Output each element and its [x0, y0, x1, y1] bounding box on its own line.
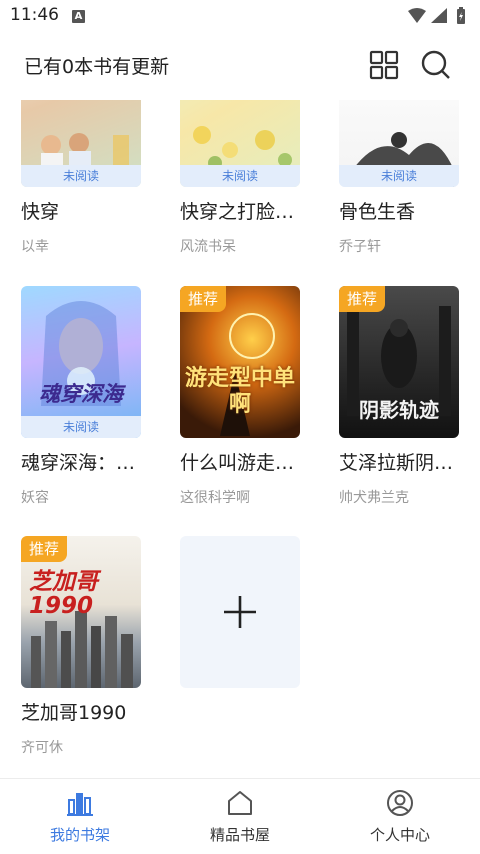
user-icon [387, 790, 413, 816]
cover-title: 阴影轨迹 [359, 398, 439, 422]
book-card[interactable]: 游走型中单啊 推荐 什么叫游走… 这很科学啊 [180, 286, 302, 507]
cover-title: 魂穿深海 [39, 382, 123, 406]
book-card[interactable]: 未阅读 骨色生香 乔子轩 [339, 100, 461, 256]
book-cover[interactable]: 魂穿深海 未阅读 [21, 286, 141, 438]
unread-badge: 未阅读 [339, 165, 459, 187]
tab-my-bookshelf[interactable]: 我的书架 [0, 779, 160, 854]
recommend-badge: 推荐 [21, 536, 68, 562]
tab-label: 我的书架 [49, 826, 110, 844]
book-title: 魂穿深海：… [21, 452, 136, 474]
search-icon[interactable] [420, 49, 452, 81]
cover-title: 芝加哥1990 [29, 569, 98, 619]
recommend-badge: 推荐 [339, 286, 386, 312]
header: 已有0本书有更新 [0, 40, 480, 90]
notification-icon: A [72, 10, 85, 23]
bookshelf-grid: 未阅读 快穿 以幸 未阅读 快穿之打脸… 风流书呆 未阅读 骨色生香 乔子轩 魂… [0, 100, 480, 776]
unread-badge: 未阅读 [21, 416, 141, 438]
unread-badge: 未阅读 [180, 165, 300, 187]
book-title: 艾泽拉斯阴… [339, 452, 454, 474]
update-status-title: 已有0本书有更新 [24, 56, 170, 78]
cover-title: 游走型中单啊 [184, 366, 295, 417]
book-title: 芝加哥1990 [21, 702, 127, 724]
book-author: 风流书呆 [180, 239, 236, 255]
book-cover[interactable]: 未阅读 [180, 100, 300, 187]
book-cover[interactable]: 未阅读 [21, 100, 141, 187]
book-author: 乔子轩 [339, 239, 381, 255]
tab-label: 个人中心 [369, 826, 430, 844]
book-cover[interactable]: 未阅读 [339, 100, 459, 187]
book-author: 妖容 [21, 490, 49, 506]
plus-icon [224, 596, 256, 628]
tab-personal-center[interactable]: 个人中心 [320, 779, 480, 854]
grid-icon[interactable] [368, 49, 400, 81]
bottom-tab-bar: 我的书架 精品书屋 个人中心 [0, 778, 480, 854]
status-bar: 11:46 A [0, 0, 480, 34]
book-title: 什么叫游走… [180, 452, 295, 474]
book-author: 这很科学啊 [180, 490, 250, 506]
book-title: 骨色生香 [339, 201, 416, 223]
book-author: 齐可休 [21, 740, 63, 756]
book-cover[interactable]: 游走型中单啊 推荐 [180, 286, 300, 438]
book-card[interactable]: 芝加哥1990 推荐 芝加哥1990 齐可休 [21, 536, 143, 757]
bookshelf-icon [67, 793, 93, 816]
book-author: 帅犬弗兰克 [339, 490, 409, 506]
book-card[interactable]: 未阅读 快穿之打脸… 风流书呆 [180, 100, 302, 256]
tab-featured-store[interactable]: 精品书屋 [160, 779, 320, 854]
book-author: 以幸 [21, 239, 49, 255]
book-title: 快穿之打脸… [180, 201, 295, 223]
wifi-icon [408, 8, 426, 23]
home-icon [228, 791, 252, 815]
book-cover[interactable]: 阴影轨迹 推荐 [339, 286, 459, 438]
unread-badge: 未阅读 [21, 165, 141, 187]
signal-icon [431, 8, 447, 23]
add-book-button[interactable] [180, 536, 300, 688]
recommend-badge: 推荐 [180, 286, 227, 312]
status-icons [406, 6, 472, 30]
book-card[interactable]: 阴影轨迹 推荐 艾泽拉斯阴… 帅犬弗兰克 [339, 286, 461, 507]
book-cover[interactable]: 芝加哥1990 推荐 [21, 536, 141, 688]
book-title: 快穿 [21, 201, 60, 223]
tab-label: 精品书屋 [209, 826, 270, 844]
book-card[interactable]: 未阅读 快穿 以幸 [21, 100, 143, 256]
status-time: 11:46 [10, 5, 59, 25]
book-card[interactable]: 魂穿深海 未阅读 魂穿深海：… 妖容 [21, 286, 143, 507]
battery-icon [457, 7, 465, 24]
